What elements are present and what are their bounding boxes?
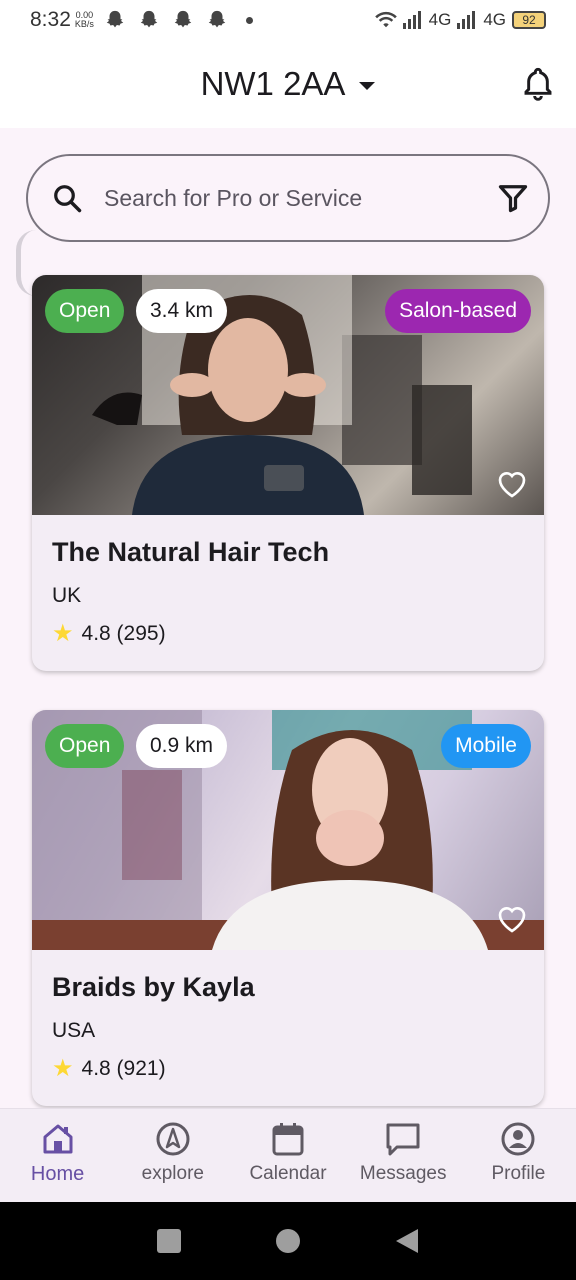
listing-country: USA: [52, 1019, 96, 1042]
status-indicators: 4G 4G 92: [374, 10, 546, 30]
notification-icons: [104, 9, 228, 31]
star-icon: ★: [52, 1055, 74, 1082]
nav-label: explore: [141, 1163, 204, 1184]
distance-badge: 3.4 km: [136, 289, 228, 333]
back-icon[interactable]: [394, 1228, 420, 1254]
signal-icon: [457, 11, 476, 29]
bottom-navigation: Home explore Calendar Messages Profile: [0, 1108, 576, 1202]
profile-icon: [501, 1122, 535, 1156]
listing-rating: ★ 4.8 (921): [52, 1057, 524, 1081]
home-icon: [43, 1124, 73, 1154]
rating-value: 4.8 (295): [81, 622, 166, 645]
nav-profile[interactable]: Profile: [461, 1109, 576, 1202]
chat-icon: [386, 1123, 420, 1156]
chevron-down-icon: [359, 82, 376, 90]
signal-icon: [402, 11, 421, 29]
snapchat-icon: [140, 10, 158, 28]
network-type-2: 4G: [483, 10, 506, 29]
location-selector[interactable]: NW1 2AA: [201, 65, 376, 103]
nav-calendar[interactable]: Calendar: [230, 1109, 345, 1202]
listing-card[interactable]: Open 3.4 km Salon-based The Natural Hair…: [32, 275, 544, 671]
more-notifications-dot: [245, 16, 253, 24]
home-button-icon[interactable]: [275, 1228, 301, 1254]
wifi-icon: [374, 11, 397, 28]
nav-home[interactable]: Home: [0, 1109, 115, 1202]
open-status-badge: Open: [45, 724, 125, 768]
search-input[interactable]: [104, 184, 498, 212]
nav-label: Messages: [359, 1163, 447, 1184]
snapchat-icon: [208, 10, 226, 28]
nav-label: Profile: [491, 1163, 546, 1184]
distance-badge: 0.9 km: [136, 724, 228, 768]
calendar-icon: [272, 1123, 304, 1156]
listing-photo: Open 3.4 km Salon-based: [32, 275, 544, 515]
filter-icon[interactable]: [498, 183, 528, 213]
rating-value: 4.8 (921): [81, 1057, 166, 1080]
bell-icon[interactable]: [522, 66, 554, 102]
listing-country: UK: [52, 584, 82, 607]
network-type-1: 4G: [428, 10, 452, 29]
heart-icon[interactable]: [496, 469, 528, 499]
listing-card[interactable]: Open 0.9 km Mobile Braids by Kayla USA ★…: [32, 710, 544, 1106]
system-navigation-bar: [0, 1202, 576, 1280]
location-label: NW1 2AA: [200, 65, 346, 102]
status-bar: 8:32 0.00 KB/s 4G 4G 92: [0, 0, 576, 40]
service-type-badge: Mobile: [441, 724, 531, 768]
listing-name: Braids by Kayla: [52, 972, 255, 1002]
nav-messages[interactable]: Messages: [346, 1109, 461, 1202]
snapchat-icon: [106, 10, 124, 28]
nav-label: Home: [30, 1163, 85, 1185]
service-type-badge: Salon-based: [385, 289, 531, 333]
nav-label: Calendar: [249, 1163, 327, 1184]
battery-indicator: 92: [512, 11, 546, 29]
listing-rating: ★ 4.8 (295): [52, 622, 524, 646]
recent-apps-icon[interactable]: [156, 1228, 182, 1254]
snapchat-icon: [174, 10, 192, 28]
search-icon[interactable]: [52, 183, 82, 213]
search-bar: [26, 154, 550, 242]
app-bar: NW1 2AA: [0, 40, 576, 128]
compass-icon: [156, 1122, 190, 1156]
nav-explore[interactable]: explore: [115, 1109, 230, 1202]
status-time: 8:32: [30, 8, 71, 31]
listing-name: The Natural Hair Tech: [52, 537, 330, 567]
listing-photo: Open 0.9 km Mobile: [32, 710, 544, 950]
open-status-badge: Open: [45, 289, 125, 333]
network-speed: 0.00 KB/s: [74, 10, 94, 29]
heart-icon[interactable]: [496, 904, 528, 934]
star-icon: ★: [52, 620, 74, 647]
